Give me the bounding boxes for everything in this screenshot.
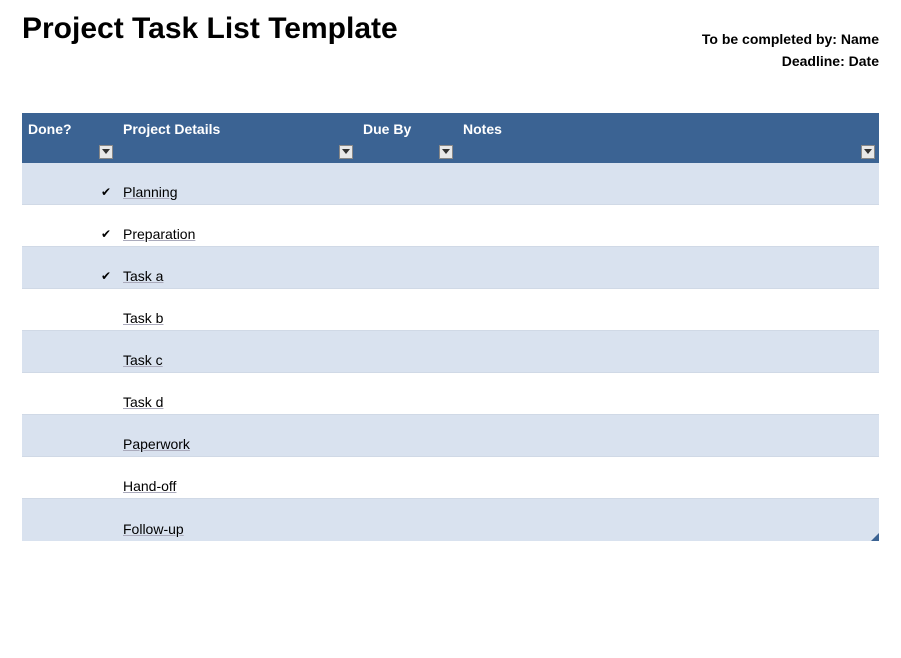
table-row: Task c	[22, 331, 879, 373]
completed-by-value: Name	[841, 31, 879, 47]
cell-done[interactable]: ✔	[22, 205, 117, 247]
dropdown-icon	[342, 149, 350, 155]
cell-notes[interactable]	[457, 289, 879, 331]
cell-due[interactable]	[357, 331, 457, 373]
cell-due[interactable]	[357, 247, 457, 289]
checkmark-icon: ✔	[101, 269, 111, 283]
page-title: Project Task List Template	[22, 10, 398, 46]
cell-notes[interactable]	[457, 373, 879, 415]
deadline-value: Date	[849, 53, 879, 69]
cell-done[interactable]	[22, 331, 117, 373]
table-row: Task b	[22, 289, 879, 331]
col-header-due: Due By	[363, 119, 411, 137]
col-header-notes: Notes	[463, 119, 502, 137]
header-meta: To be completed by: Name Deadline: Date	[702, 10, 879, 73]
cell-due[interactable]	[357, 373, 457, 415]
cell-details[interactable]: Task c	[117, 331, 357, 373]
dropdown-icon	[102, 149, 110, 155]
table-row: Task d	[22, 373, 879, 415]
cell-done[interactable]: ✔	[22, 247, 117, 289]
cell-details[interactable]: Planning	[117, 163, 357, 205]
filter-button-notes[interactable]	[861, 145, 875, 159]
cell-due[interactable]	[357, 205, 457, 247]
cell-done[interactable]	[22, 457, 117, 499]
filter-button-details[interactable]	[339, 145, 353, 159]
table-row: Paperwork	[22, 415, 879, 457]
task-table: Done? Project Details Due By Notes ✔ Plan…	[22, 113, 879, 541]
table-row: ✔ Preparation	[22, 205, 879, 247]
table-header-row: Done? Project Details Due By Notes	[22, 113, 879, 163]
table-row: ✔ Task a	[22, 247, 879, 289]
cell-notes[interactable]	[457, 205, 879, 247]
checkmark-icon: ✔	[101, 185, 111, 199]
cell-due[interactable]	[357, 289, 457, 331]
cell-due[interactable]	[357, 415, 457, 457]
cell-done[interactable]	[22, 289, 117, 331]
cell-done[interactable]	[22, 415, 117, 457]
cell-details[interactable]: Task b	[117, 289, 357, 331]
cell-due[interactable]	[357, 499, 457, 541]
checkmark-icon: ✔	[101, 227, 111, 241]
cell-done[interactable]: ✔	[22, 163, 117, 205]
table-resize-handle-icon[interactable]	[871, 533, 879, 541]
filter-button-done[interactable]	[99, 145, 113, 159]
cell-details[interactable]: Paperwork	[117, 415, 357, 457]
cell-details[interactable]: Hand-off	[117, 457, 357, 499]
table-row: Hand-off	[22, 457, 879, 499]
dropdown-icon	[864, 149, 872, 155]
cell-notes[interactable]	[457, 331, 879, 373]
cell-details[interactable]: Follow-up	[117, 499, 357, 541]
cell-done[interactable]	[22, 499, 117, 541]
col-header-details: Project Details	[123, 119, 220, 137]
deadline-label: Deadline:	[782, 53, 845, 69]
table-row: ✔ Planning	[22, 163, 879, 205]
cell-done[interactable]	[22, 373, 117, 415]
cell-notes[interactable]	[457, 163, 879, 205]
cell-notes[interactable]	[457, 247, 879, 289]
cell-notes[interactable]	[457, 499, 879, 541]
cell-details[interactable]: Task d	[117, 373, 357, 415]
cell-details[interactable]: Task a	[117, 247, 357, 289]
table-row: Follow-up	[22, 499, 879, 541]
col-header-done: Done?	[28, 119, 72, 137]
cell-due[interactable]	[357, 163, 457, 205]
cell-notes[interactable]	[457, 415, 879, 457]
cell-notes[interactable]	[457, 457, 879, 499]
completed-by-label: To be completed by:	[702, 31, 837, 47]
cell-details[interactable]: Preparation	[117, 205, 357, 247]
cell-due[interactable]	[357, 457, 457, 499]
dropdown-icon	[442, 149, 450, 155]
filter-button-due[interactable]	[439, 145, 453, 159]
